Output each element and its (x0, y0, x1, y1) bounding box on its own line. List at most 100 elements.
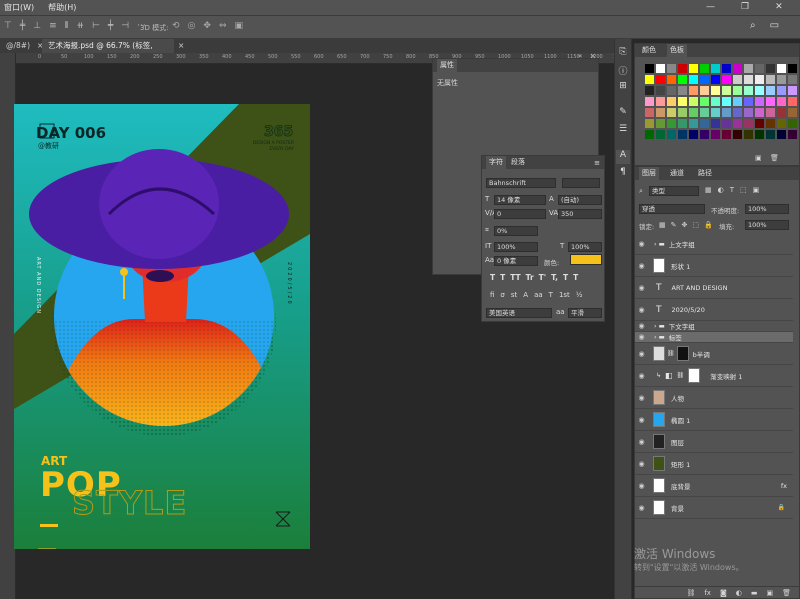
tab-close-icon[interactable]: × (172, 39, 190, 53)
restore-icon[interactable]: ❐ (741, 2, 749, 14)
layer-row[interactable]: ◉ 图层 (635, 431, 793, 453)
align-right-icon[interactable]: ⊣ (121, 21, 129, 31)
ordinals-button[interactable]: 1st (559, 291, 570, 299)
color-swatch[interactable] (700, 86, 709, 95)
color-swatch[interactable] (733, 75, 742, 84)
distribute-h-icon[interactable]: ⫴ (65, 21, 69, 31)
color-swatch[interactable] (656, 130, 665, 139)
tab-paths[interactable]: 路径 (695, 167, 715, 180)
color-swatch[interactable] (689, 97, 698, 106)
color-swatch[interactable] (755, 108, 764, 117)
strikethrough-button[interactable]: T (573, 273, 578, 282)
color-swatch[interactable] (645, 108, 654, 117)
link-layers-icon[interactable]: ⛓ (686, 589, 695, 597)
color-swatch[interactable] (667, 108, 676, 117)
color-swatch[interactable] (711, 86, 720, 95)
horizontal-scale-field[interactable]: 100% (568, 242, 602, 252)
layer-row[interactable]: ◉ 形状 1 (635, 255, 793, 277)
color-swatch[interactable] (722, 130, 731, 139)
tab-paragraph[interactable]: 段落 (508, 156, 528, 169)
subscript-button[interactable]: T, (551, 273, 558, 282)
visibility-eye-icon[interactable]: ◉ (635, 322, 648, 330)
search-icon[interactable]: ⌕ (750, 20, 756, 31)
color-swatch[interactable] (722, 75, 731, 84)
tsume-field[interactable]: 0% (494, 226, 538, 236)
stylistic-alt-button[interactable]: A (523, 291, 528, 299)
color-swatch[interactable] (678, 75, 687, 84)
distribute-icon[interactable]: ≡ (49, 21, 57, 31)
color-swatch[interactable] (678, 108, 687, 117)
color-swatch[interactable] (766, 130, 775, 139)
lock-move-icon[interactable]: ✥ (682, 221, 688, 229)
color-swatch[interactable] (645, 97, 654, 106)
close-icon[interactable]: ✕ (775, 2, 783, 14)
font-style-select[interactable] (562, 178, 600, 188)
ornaments-button[interactable]: T (549, 291, 553, 299)
color-swatch[interactable] (755, 119, 764, 128)
color-swatch[interactable] (678, 86, 687, 95)
color-swatch[interactable] (645, 130, 654, 139)
poster[interactable]: DAY 006 @教研 365 DESIGN A POSTER EVERY DA… (14, 104, 310, 549)
align-bottom-icon[interactable]: ⊥ (33, 21, 41, 31)
swash-button[interactable]: st (511, 291, 517, 299)
color-swatch[interactable] (700, 130, 709, 139)
3d-rotate-icon[interactable]: ⟲ (172, 21, 180, 31)
color-swatch[interactable] (788, 97, 797, 106)
color-swatch[interactable] (700, 75, 709, 84)
faux-bold-button[interactable]: T (490, 273, 495, 282)
color-swatch[interactable] (777, 130, 786, 139)
menu-help[interactable]: 帮助(H) (48, 2, 76, 13)
antialias-select[interactable]: 平滑 (568, 308, 602, 318)
history-icon[interactable]: ⎘ (616, 47, 630, 61)
color-swatch[interactable] (744, 86, 753, 95)
color-swatch[interactable] (766, 119, 775, 128)
layer-row[interactable]: ◉ 背景 🔒 (635, 497, 793, 519)
color-swatch[interactable] (711, 119, 720, 128)
layer-row[interactable]: ◉ T ART AND DESIGN (635, 277, 793, 299)
vertical-scale-field[interactable]: 100% (494, 242, 538, 252)
tab-swatches[interactable]: 色板 (667, 44, 687, 57)
color-swatch[interactable] (788, 130, 797, 139)
layer-row[interactable]: ◉ 矩形 1 (635, 453, 793, 475)
underline-button[interactable]: T (563, 273, 568, 282)
color-swatch[interactable] (645, 86, 654, 95)
color-swatch[interactable] (788, 75, 797, 84)
tab-color[interactable]: 颜色 (639, 44, 659, 57)
opacity-field[interactable]: 100% (745, 204, 789, 214)
color-swatch[interactable] (722, 86, 731, 95)
new-group-icon[interactable]: ▬ (751, 589, 758, 597)
color-swatch[interactable] (744, 130, 753, 139)
color-swatch[interactable] (744, 97, 753, 106)
color-swatch[interactable] (766, 97, 775, 106)
color-swatch[interactable] (656, 64, 665, 73)
layer-row[interactable]: ◉ › ▬ 上文字组 (635, 233, 793, 255)
color-swatch[interactable] (788, 86, 797, 95)
color-swatch[interactable] (700, 108, 709, 117)
color-swatch[interactable] (667, 119, 676, 128)
distribute-v-icon[interactable]: ⧺ (76, 21, 84, 31)
color-swatch[interactable] (711, 64, 720, 73)
lock-artboard-icon[interactable]: ⬚ (692, 221, 699, 229)
visibility-eye-icon[interactable]: ◉ (635, 504, 648, 512)
character-icon[interactable]: A (616, 150, 630, 164)
color-swatch[interactable] (755, 130, 764, 139)
color-swatch[interactable] (777, 86, 786, 95)
color-swatch[interactable] (733, 119, 742, 128)
layer-row[interactable]: ◉ 椭圆 1 (635, 409, 793, 431)
minimize-icon[interactable]: — (706, 2, 715, 14)
color-swatch[interactable] (711, 97, 720, 106)
color-swatch[interactable] (689, 119, 698, 128)
color-swatch[interactable] (733, 64, 742, 73)
properties-icon[interactable]: ☰ (616, 124, 630, 138)
visibility-eye-icon[interactable]: ◉ (635, 460, 648, 468)
visibility-eye-icon[interactable]: ◉ (635, 306, 648, 314)
filter-adjust-icon[interactable]: ◐ (718, 186, 724, 194)
workspace-icon[interactable]: ▭ (770, 20, 779, 31)
color-swatch[interactable] (667, 75, 676, 84)
color-swatch[interactable] (711, 108, 720, 117)
color-swatch[interactable] (733, 86, 742, 95)
delete-swatch-icon[interactable]: 🗑 (770, 154, 779, 162)
visibility-eye-icon[interactable]: ◉ (635, 438, 648, 446)
color-swatch[interactable] (689, 108, 698, 117)
libraries-icon[interactable]: ⊞ (616, 81, 630, 95)
